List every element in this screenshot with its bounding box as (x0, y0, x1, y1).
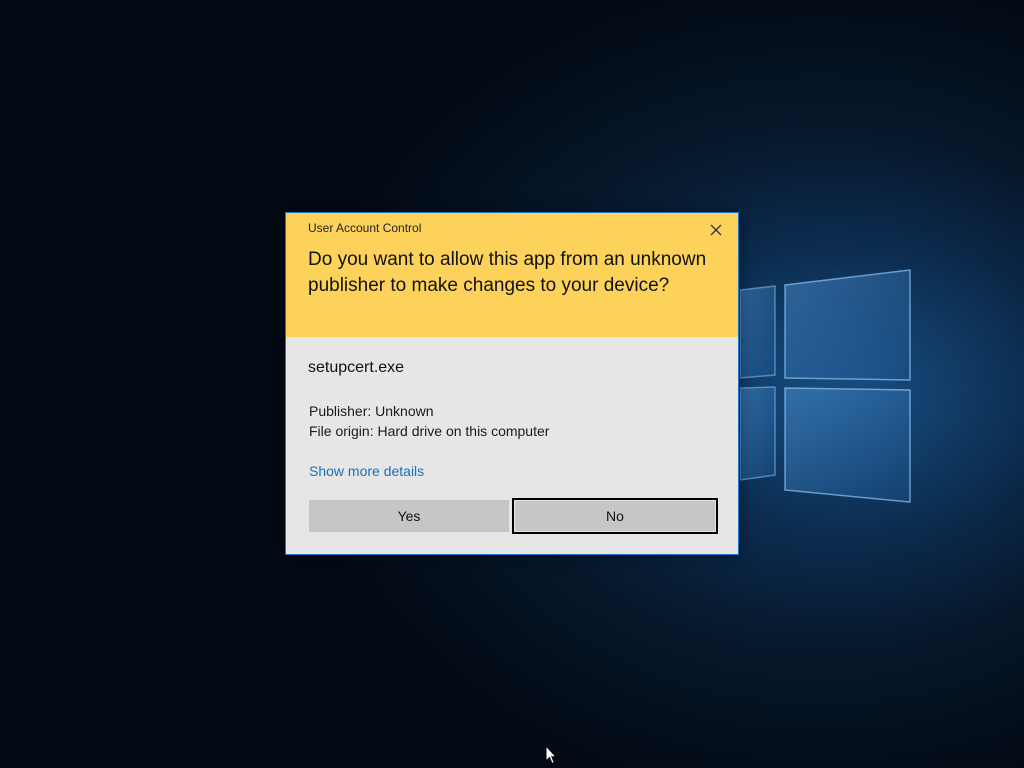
windows-logo-icon (740, 269, 911, 503)
prompt-question: Do you want to allow this app from an un… (308, 249, 707, 296)
mouse-pointer-icon (545, 745, 557, 765)
app-name: setupcert.exe (308, 359, 405, 376)
file-origin-info: File origin: Hard drive on this computer (309, 423, 550, 439)
show-more-details-link[interactable]: Show more details (309, 463, 424, 479)
publisher-info: Publisher: Unknown (309, 403, 434, 419)
no-button[interactable]: No (512, 498, 718, 534)
dialog-header: User Account Control Do you want to allo… (286, 213, 738, 337)
yes-button[interactable]: Yes (309, 500, 509, 532)
close-icon (710, 224, 722, 236)
yes-button-label: Yes (397, 508, 421, 524)
uac-dialog: User Account Control Do you want to allo… (285, 212, 739, 555)
desktop-background: User Account Control Do you want to allo… (0, 0, 1024, 768)
no-button-label: No (606, 508, 624, 524)
dialog-title: User Account Control (308, 221, 422, 235)
close-button[interactable] (702, 219, 730, 241)
